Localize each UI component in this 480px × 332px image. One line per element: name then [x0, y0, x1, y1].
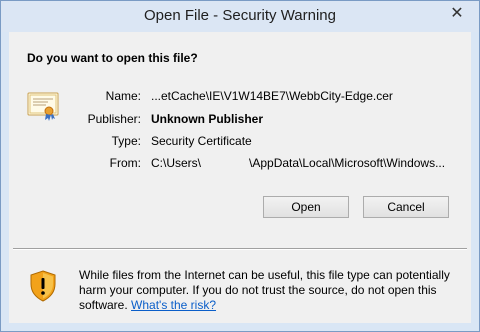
- warning-shield-icon: [30, 270, 56, 302]
- close-icon: ✕: [450, 5, 464, 22]
- name-value: ...etCache\IE\V1W14BE7\WebbCity-Edge.cer: [151, 89, 393, 103]
- warning-message: While files from the Internet can be use…: [79, 268, 467, 313]
- separator: [13, 248, 467, 250]
- type-label: Type:: [111, 134, 141, 148]
- dialog-body: Do you want to open this file? Name: ...…: [9, 32, 471, 323]
- cancel-button[interactable]: Cancel: [363, 196, 449, 218]
- name-label: Name:: [105, 89, 141, 103]
- publisher-label: Publisher:: [87, 112, 141, 126]
- certificate-icon: [27, 92, 59, 121]
- window-title: Open File - Security Warning: [143, 7, 336, 24]
- security-warning-window: Open File - Security Warning ✕ Do you wa…: [0, 0, 480, 332]
- from-label: From:: [109, 156, 141, 170]
- close-button[interactable]: ✕: [443, 3, 471, 23]
- whats-the-risk-link[interactable]: What's the risk?: [131, 298, 216, 312]
- from-value: C:\Users\ \AppData\Local\Microsoft\Window…: [151, 156, 445, 170]
- type-value: Security Certificate: [151, 134, 252, 148]
- from-value-start: C:\Users\: [151, 156, 202, 170]
- from-value-end: \AppData\Local\Microsoft\Windows...: [249, 156, 446, 170]
- title-bar[interactable]: Open File - Security Warning ✕: [1, 1, 479, 32]
- dialog-question: Do you want to open this file?: [27, 51, 198, 65]
- open-button[interactable]: Open: [263, 196, 349, 218]
- publisher-value: Unknown Publisher: [151, 112, 264, 126]
